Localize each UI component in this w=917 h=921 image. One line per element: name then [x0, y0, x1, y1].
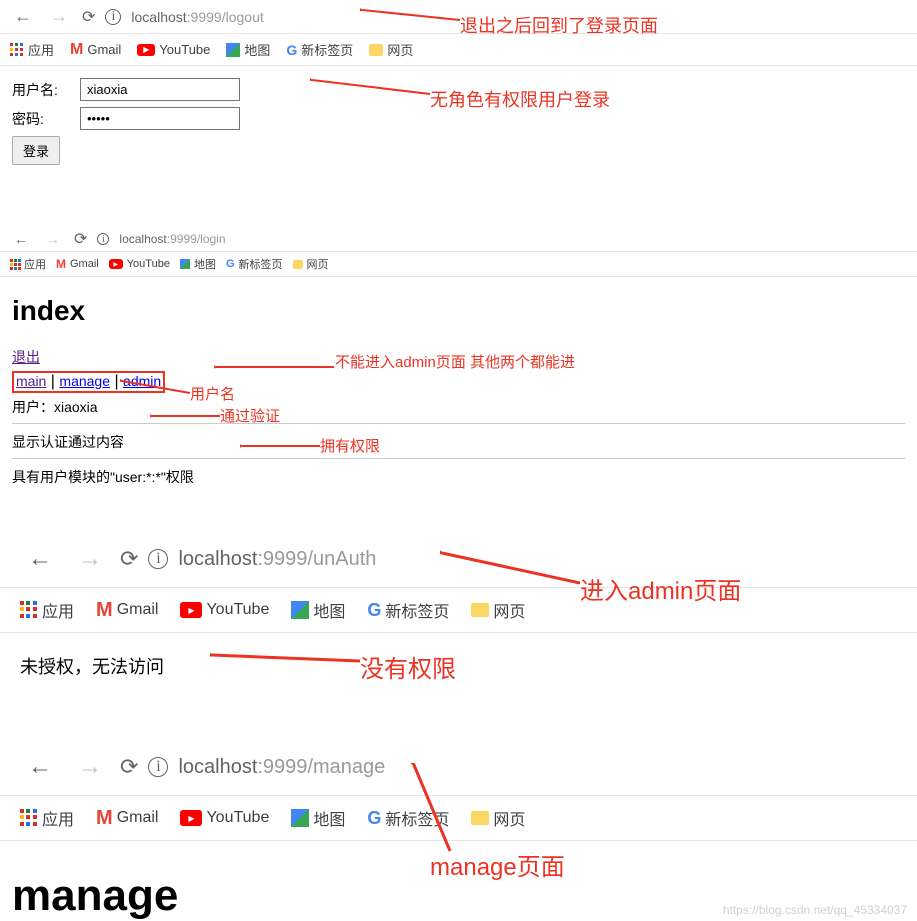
browser-toolbar: ← → ⟳ i localhost:9999/logout [0, 0, 917, 34]
apps-button[interactable]: 应用 [10, 40, 54, 59]
address-bar[interactable]: localhost:9999/manage [178, 756, 385, 779]
gmail-bookmark[interactable]: MGmail [96, 599, 158, 622]
maps-bookmark[interactable]: 地图 [180, 256, 216, 272]
username-label: 用户名: [12, 80, 72, 100]
newtab-bookmark[interactable]: G新标签页 [226, 256, 283, 272]
address-bar[interactable]: localhost:9999/login [119, 232, 225, 246]
bookmarks-bar: 应用 MGmail ▶YouTube 地图 G新标签页 网页 [0, 252, 917, 277]
apps-button[interactable]: 应用 [20, 806, 74, 830]
perm-info: 具有用户模块的"user:*:*"权限 [12, 467, 905, 487]
reload-icon[interactable]: ⟳ [82, 7, 95, 27]
logout-link[interactable]: 退出 [12, 349, 40, 365]
unauth-message: 未授权，无法访问 [0, 633, 917, 699]
browser-toolbar: ← → ⟳ i localhost:9999/login [0, 227, 917, 252]
back-icon[interactable]: ← [10, 229, 32, 249]
maps-bookmark[interactable]: 地图 [291, 598, 345, 622]
maps-bookmark[interactable]: 地图 [226, 40, 270, 59]
page-title: index [12, 295, 905, 327]
info-icon[interactable]: i [105, 9, 121, 25]
bookmarks-bar: 应用 MGmail ▶YouTube 地图 G新标签页 网页 [0, 796, 917, 841]
newtab-bookmark[interactable]: G新标签页 [286, 40, 353, 59]
nav-links-box: main | manage | admin [12, 371, 165, 393]
forward-icon[interactable]: → [70, 749, 110, 785]
newtab-bookmark[interactable]: G新标签页 [367, 806, 449, 830]
manage-link[interactable]: manage [59, 373, 110, 389]
back-icon[interactable]: ← [20, 541, 60, 577]
youtube-bookmark[interactable]: ▶YouTube [137, 42, 210, 57]
web-bookmark[interactable]: 网页 [471, 598, 525, 622]
password-label: 密码: [12, 109, 72, 129]
watermark: https://blog.csdn.net/qq_45334037 [723, 903, 907, 917]
apps-button[interactable]: 应用 [20, 598, 74, 622]
main-link[interactable]: main [16, 373, 46, 389]
apps-button[interactable]: 应用 [10, 256, 46, 272]
newtab-bookmark[interactable]: G新标签页 [367, 598, 449, 622]
web-bookmark[interactable]: 网页 [471, 806, 525, 830]
web-bookmark[interactable]: 网页 [293, 256, 329, 272]
user-info: 用户：xiaoxia [12, 397, 905, 417]
reload-icon[interactable]: ⟳ [120, 754, 138, 780]
gmail-bookmark[interactable]: MGmail [96, 807, 158, 830]
bookmarks-bar: 应用 MGmail ▶YouTube 地图 G新标签页 网页 [0, 588, 917, 633]
forward-icon[interactable]: → [42, 229, 64, 249]
username-input[interactable] [80, 78, 240, 101]
login-form: 用户名: 密码: 登录 [0, 66, 917, 177]
back-icon[interactable]: ← [10, 4, 36, 29]
gmail-bookmark[interactable]: MGmail [56, 257, 99, 271]
youtube-bookmark[interactable]: ▶YouTube [180, 601, 269, 619]
admin-link[interactable]: admin [123, 373, 161, 389]
address-bar[interactable]: localhost:9999/logout [131, 9, 263, 25]
youtube-bookmark[interactable]: ▶YouTube [109, 258, 170, 270]
reload-icon[interactable]: ⟳ [74, 229, 87, 249]
web-bookmark[interactable]: 网页 [369, 40, 413, 59]
password-input[interactable] [80, 107, 240, 130]
address-bar[interactable]: localhost:9999/unAuth [178, 548, 376, 571]
login-button[interactable]: 登录 [12, 136, 60, 165]
info-icon[interactable]: i [97, 233, 109, 245]
back-icon[interactable]: ← [20, 749, 60, 785]
reload-icon[interactable]: ⟳ [120, 546, 138, 572]
browser-toolbar: ← → ⟳ i localhost:9999/manage [0, 739, 917, 796]
info-icon[interactable]: i [148, 549, 168, 569]
forward-icon[interactable]: → [46, 4, 72, 29]
auth-info: 显示认证通过内容 [12, 432, 905, 452]
bookmarks-bar: 应用 MGmail ▶YouTube 地图 G新标签页 网页 [0, 34, 917, 66]
browser-toolbar: ← → ⟳ i localhost:9999/unAuth [0, 531, 917, 588]
maps-bookmark[interactable]: 地图 [291, 806, 345, 830]
youtube-bookmark[interactable]: ▶YouTube [180, 809, 269, 827]
forward-icon[interactable]: → [70, 541, 110, 577]
info-icon[interactable]: i [148, 757, 168, 777]
gmail-bookmark[interactable]: MGmail [70, 41, 121, 59]
